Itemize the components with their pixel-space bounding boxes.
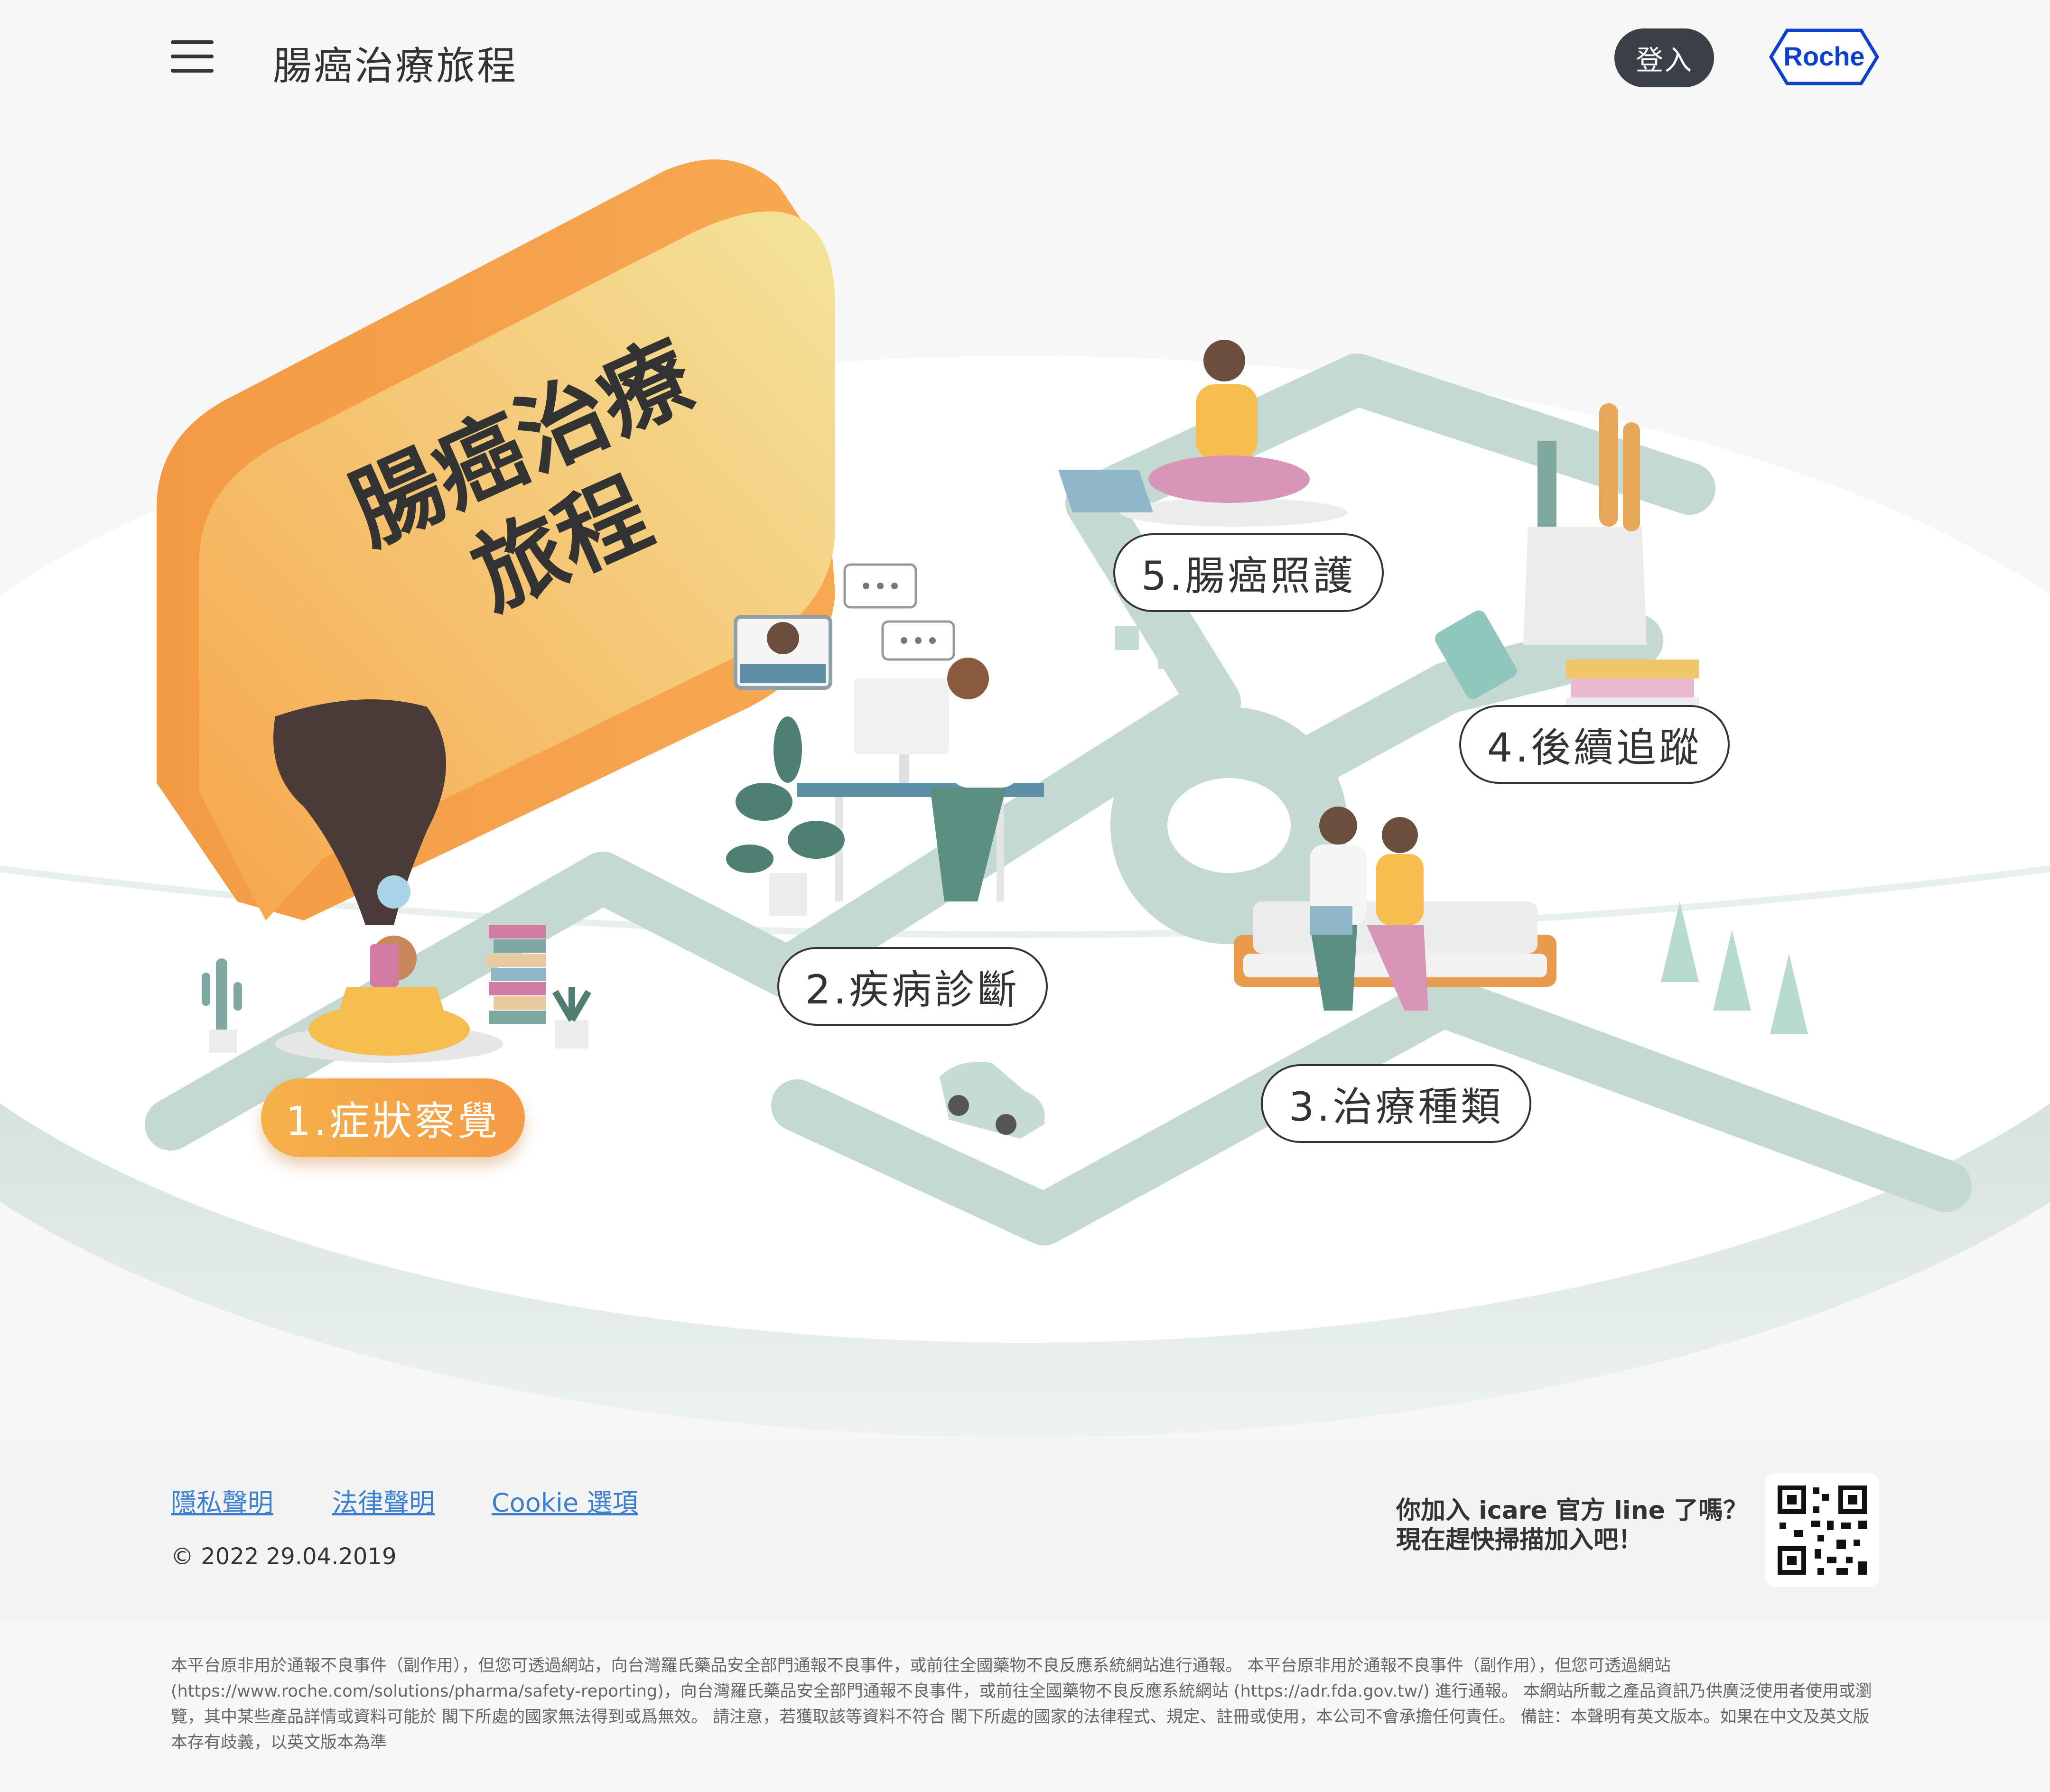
login-button[interactable]: 登入 xyxy=(1614,28,1714,87)
cookie-options-link[interactable]: Cookie 選項 xyxy=(492,1482,638,1519)
hamburger-menu-icon[interactable] xyxy=(171,40,214,74)
site-header: 腸癌治療旅程 登入 Roche xyxy=(0,0,2050,119)
roche-logo[interactable]: Roche xyxy=(1769,28,1879,86)
site-footer: 隱私聲明 法律聲明 Cookie 選項 © 2022 29.04.2019 你加… xyxy=(0,1439,2050,1621)
line-promo-line2: 現在趕快掃描加入吧！ xyxy=(1396,1526,1643,1554)
journey-illustration: 腸癌治療 旅程 xyxy=(0,159,2050,1438)
line-promo-line1: 你加入 icare 官方 line 了嗎？ xyxy=(1396,1496,1748,1525)
book-stack-icon xyxy=(486,925,546,1024)
step-2-diagnosis[interactable]: 2.疾病診斷 xyxy=(777,947,1048,1026)
line-promo-text: 你加入 icare 官方 line 了嗎？ 現在趕快掃描加入吧！ xyxy=(1396,1496,1748,1555)
copyright-text: © 2022 29.04.2019 xyxy=(171,1543,397,1570)
step-3-treatment-types[interactable]: 3.治療種類 xyxy=(1261,1064,1531,1143)
site-title[interactable]: 腸癌治療旅程 xyxy=(273,34,518,91)
step-1-symptom-awareness[interactable]: 1.症狀察覺 xyxy=(261,1078,525,1157)
legal-link[interactable]: 法律聲明 xyxy=(332,1482,435,1519)
step-4-follow-up[interactable]: 4.後續追蹤 xyxy=(1459,705,1730,784)
roche-logo-text: Roche xyxy=(1783,41,1864,71)
step-5-care[interactable]: 5.腸癌照護 xyxy=(1113,533,1384,612)
qr-code-icon[interactable] xyxy=(1765,1473,1879,1587)
privacy-link[interactable]: 隱私聲明 xyxy=(171,1482,273,1519)
journey-map: 腸癌治療 旅程 1.症狀察覺 2.疾病診斷 3.治療種類 4.後續追蹤 5.腸癌… xyxy=(0,119,2050,1442)
disclaimer-text: 本平台原非用於通報不良事件（副作用），但您可透過網站，向台灣羅氏藥品安全部門通報… xyxy=(171,1656,1872,1752)
